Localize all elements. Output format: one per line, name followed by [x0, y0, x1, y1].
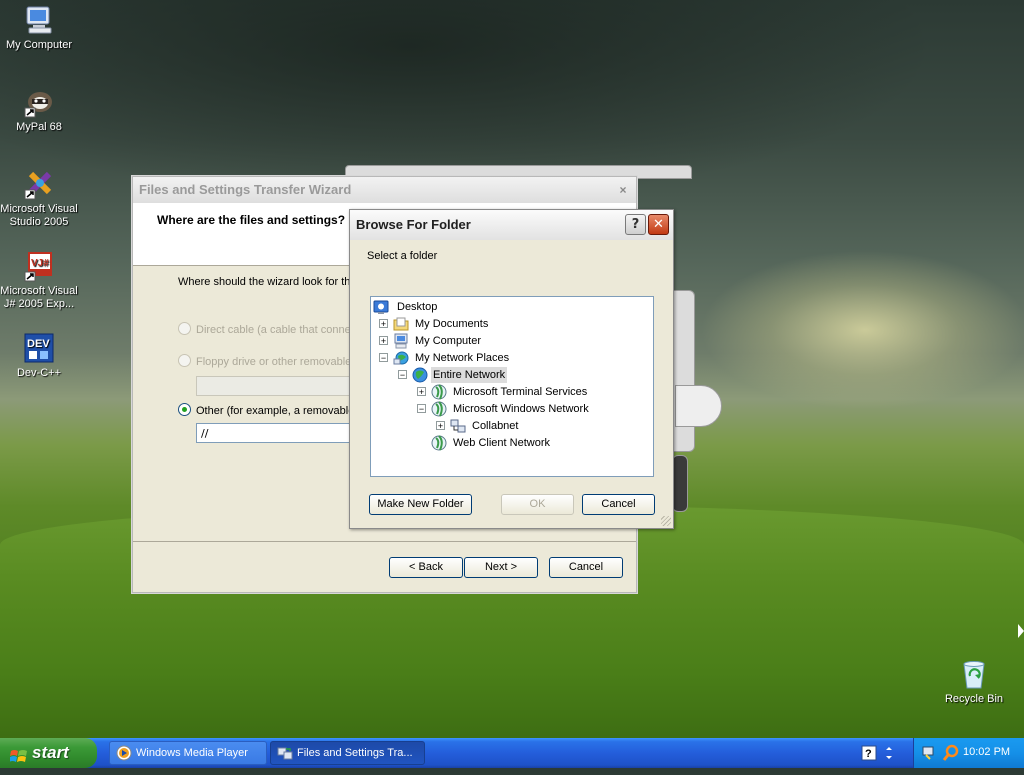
wizard-titlebar[interactable]: Files and Settings Transfer Wizard × — [133, 177, 636, 203]
tree-item-label: Desktop — [397, 301, 438, 313]
globe-icon — [431, 401, 447, 417]
wizard-footer: < Back Next > Cancel — [133, 541, 636, 592]
network-tray-icon[interactable] — [922, 744, 940, 765]
dev-cpp-icon: DEV — [23, 332, 55, 364]
network-places-icon — [393, 350, 409, 366]
floppy-drive-select — [196, 376, 356, 396]
wallpaper-sunlight — [700, 250, 1024, 410]
next-button[interactable]: Next > — [464, 557, 538, 578]
option-floppy[interactable]: Floppy drive or other removable m — [178, 354, 364, 368]
computer-icon — [393, 333, 409, 349]
radio-direct-cable[interactable] — [178, 322, 191, 335]
svg-text:VJ#: VJ# — [31, 258, 49, 269]
close-button[interactable]: ✕ — [648, 214, 669, 235]
mouse-cursor-icon — [1018, 624, 1024, 638]
globe-icon — [431, 435, 447, 451]
taskbar: start Windows Media Player Files and Set… — [0, 738, 1024, 768]
my-computer-icon — [23, 4, 55, 36]
resize-grip[interactable] — [661, 516, 671, 526]
radio-floppy[interactable] — [178, 354, 191, 367]
desktop-icon-dev-cpp[interactable]: DEV Dev-C++ — [0, 332, 84, 380]
start-label: start — [32, 743, 69, 762]
globe-icon — [431, 384, 447, 400]
mypal-icon — [23, 86, 55, 118]
transfer-wizard-icon — [277, 745, 293, 761]
collapse-icon[interactable]: − — [417, 404, 426, 414]
desktop-icon-label: My Computer — [5, 39, 73, 51]
browse-for-folder-dialog: Browse For Folder ? ✕ Select a folder De… — [349, 209, 674, 529]
tree-item-label: Collabnet — [472, 420, 519, 432]
language-bar[interactable]: ? — [860, 742, 910, 764]
task-label: Files and Settings Tra... — [297, 747, 413, 759]
folder-icon — [393, 316, 409, 332]
option-other[interactable]: Other (for example, a removable d — [178, 403, 364, 417]
option-direct-cable[interactable]: Direct cable (a cable that conne — [178, 322, 351, 336]
expand-icon[interactable]: + — [417, 387, 426, 397]
ok-button[interactable]: OK — [501, 494, 574, 515]
desktop-icon-label: Microsoft Visual Studio 2005 — [0, 203, 78, 228]
select-folder-label: Select a folder — [367, 250, 438, 262]
browse-titlebar[interactable]: Browse For Folder ? ✕ — [350, 210, 673, 240]
option-label: Other (for example, a removable d — [196, 405, 364, 417]
search-tray-icon[interactable] — [942, 744, 960, 765]
wizard-question: Where are the files and settings? — [157, 213, 346, 227]
expand-icon[interactable]: + — [436, 421, 445, 431]
media-player-icon — [116, 745, 132, 761]
start-button[interactable]: start — [0, 738, 97, 768]
collapse-icon[interactable]: − — [398, 370, 407, 380]
system-tray: 10:02 PM — [913, 738, 1024, 768]
folder-tree[interactable]: Desktop + My Documents + My Computer − M… — [370, 296, 654, 477]
desktop-icon-mypal[interactable]: MyPal 68 — [0, 86, 84, 134]
background-robot-arm — [675, 385, 722, 427]
task-label: Windows Media Player — [136, 747, 248, 759]
visual-studio-icon — [23, 168, 55, 200]
taskbar-button-media-player[interactable]: Windows Media Player — [109, 741, 267, 765]
tree-item-label: Entire Network — [431, 367, 508, 383]
svg-text:?: ? — [865, 748, 872, 760]
wizard-cancel-button[interactable]: Cancel — [549, 557, 623, 578]
desktop-icon-my-computer[interactable]: My Computer — [0, 4, 84, 52]
taskbar-button-transfer-wizard[interactable]: Files and Settings Tra... — [270, 741, 425, 765]
background-robot-wheel — [672, 455, 688, 512]
recycle-bin-icon — [958, 658, 990, 690]
tree-item-label: Web Client Network — [453, 437, 550, 449]
help-button[interactable]: ? — [625, 214, 646, 235]
tree-item-label: My Documents — [415, 318, 489, 330]
make-new-folder-button[interactable]: Make New Folder — [369, 494, 472, 515]
tree-item-label: My Network Places — [415, 352, 510, 364]
tree-item-label: Microsoft Windows Network — [453, 403, 589, 415]
back-button[interactable]: < Back — [389, 557, 463, 578]
desktop-icon-label: Microsoft Visual J# 2005 Exp... — [0, 285, 78, 310]
desktop-icon-visual-studio[interactable]: Microsoft Visual Studio 2005 — [0, 168, 84, 229]
expand-icon[interactable]: + — [379, 319, 388, 329]
collapse-icon[interactable]: − — [379, 353, 388, 363]
wizard-prompt: Where should the wizard look for the — [178, 276, 357, 288]
visual-jsharp-icon: VJ# — [23, 250, 55, 282]
globe-icon — [412, 367, 428, 383]
wizard-title: Files and Settings Transfer Wizard — [139, 182, 352, 197]
browse-title: Browse For Folder — [356, 217, 471, 232]
cancel-button[interactable]: Cancel — [582, 494, 655, 515]
desktop-icon-recycle-bin[interactable]: Recycle Bin — [929, 658, 1019, 706]
tree-item-label: Microsoft Terminal Services — [453, 386, 588, 398]
wizard-close-button[interactable]: × — [616, 183, 630, 197]
desktop-icon-label: Recycle Bin — [944, 693, 1004, 705]
windows-flag-icon — [9, 745, 27, 762]
expand-icon[interactable]: + — [379, 336, 388, 346]
desktop-icon-label: Dev-C++ — [16, 367, 62, 379]
desktop-icon — [373, 299, 389, 315]
desktop-icon-visual-jsharp[interactable]: VJ# Microsoft Visual J# 2005 Exp... — [0, 250, 84, 311]
svg-text:DEV: DEV — [27, 338, 50, 350]
option-label: Direct cable (a cable that conne — [196, 324, 351, 336]
tree-item-label: My Computer — [415, 335, 482, 347]
desktop-icon-label: MyPal 68 — [16, 121, 62, 133]
option-label: Floppy drive or other removable m — [196, 356, 364, 368]
workgroup-icon — [450, 418, 466, 434]
radio-other[interactable] — [178, 403, 191, 416]
other-path-input[interactable]: // — [196, 423, 356, 443]
clock[interactable]: 10:02 PM — [963, 746, 1010, 758]
